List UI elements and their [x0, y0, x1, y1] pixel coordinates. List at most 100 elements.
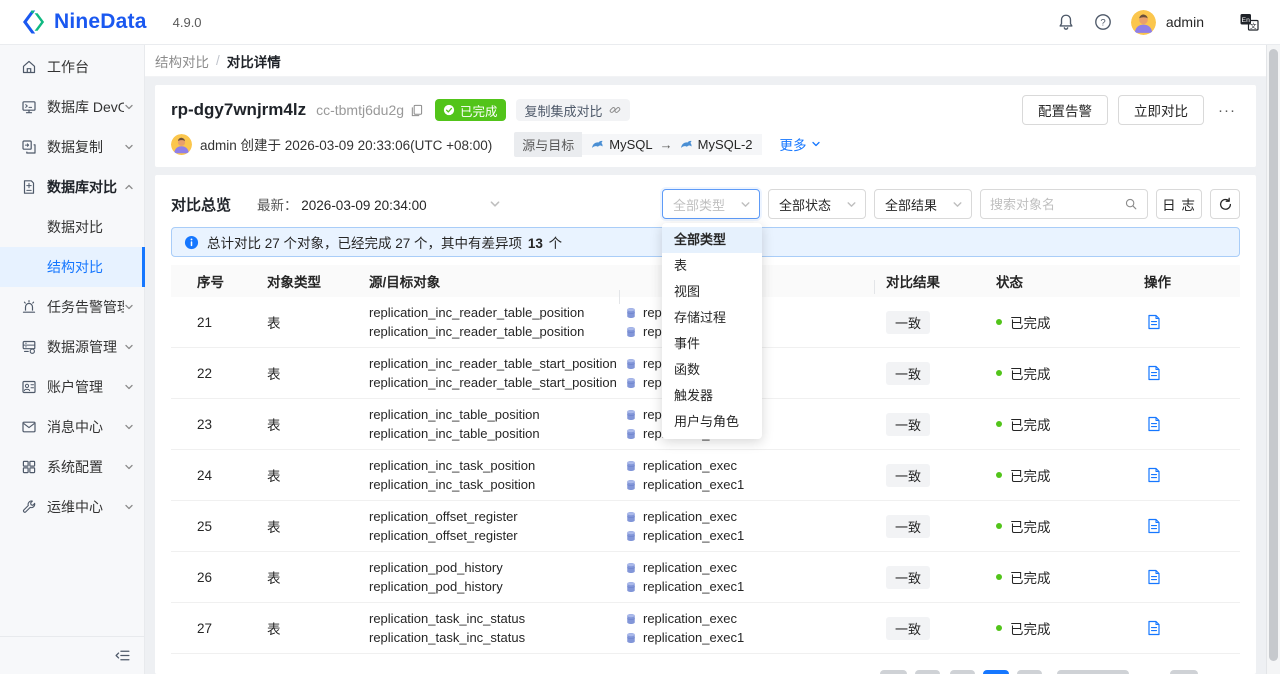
arrow-right: → [659, 136, 673, 152]
view-detail-file-icon[interactable] [1147, 569, 1161, 585]
sidebar-item-label: 运维中心 [47, 499, 103, 515]
status-filter-select[interactable]: 全部状态 [768, 189, 866, 219]
compare-mode-label: 复制集成对比 [524, 103, 603, 119]
view-detail-file-icon[interactable] [1147, 365, 1161, 381]
configure-alert-button[interactable]: 配置告警 [1022, 95, 1108, 125]
pagination-page-button-active[interactable] [983, 670, 1009, 674]
sidebar-item-database-compare[interactable]: 数据库对比 [0, 167, 144, 207]
more-link-label: 更多 [779, 138, 807, 153]
sidebar-item-workbench[interactable]: 工作台 [0, 47, 144, 87]
help-icon[interactable] [1094, 13, 1112, 31]
cell-result: 一致 [874, 310, 984, 334]
dropdown-option-view[interactable]: 视图 [662, 279, 762, 305]
copy-icon[interactable] [410, 104, 423, 117]
home-icon [21, 59, 37, 75]
view-detail-file-icon[interactable] [1147, 467, 1161, 483]
target-object-name: replication_inc_reader_table_position [369, 324, 585, 339]
sidebar-item-system-config[interactable]: 系统配置 [0, 447, 144, 487]
dropdown-option-trigger[interactable]: 触发器 [662, 383, 762, 409]
sidebar-item-label: 数据库对比 [47, 179, 117, 195]
sidebar-item-structure-compare[interactable]: 结构对比 [0, 247, 145, 287]
search-icon[interactable] [1124, 197, 1138, 211]
status-label: 已完成 [1010, 316, 1051, 331]
status-dot [996, 319, 1002, 325]
chevron-down-icon [952, 199, 963, 210]
collapse-sidebar-icon[interactable] [114, 647, 131, 664]
target-datasource[interactable]: MySQL-2 [698, 137, 753, 152]
language-switch-icon[interactable] [1239, 12, 1260, 33]
source-datasource[interactable]: MySQL [609, 137, 652, 152]
cell-no: 26 [197, 569, 213, 585]
sidebar-item-message-center[interactable]: 消息中心 [0, 407, 144, 447]
user-avatar[interactable] [1131, 10, 1156, 35]
link-icon[interactable] [609, 104, 621, 116]
chevron-down-icon [124, 142, 134, 152]
replication-icon [21, 139, 37, 155]
pagination-page-button[interactable] [915, 670, 940, 674]
creator-info: admin 创建于 2026-03-09 20:33:06(UTC +08:00… [200, 138, 493, 153]
pagination-page-button[interactable] [950, 670, 975, 674]
view-detail-file-icon[interactable] [1147, 314, 1161, 330]
sidebar-item-account-management[interactable]: 账户管理 [0, 367, 144, 407]
breadcrumb: 结构对比 / 对比详情 [145, 45, 1266, 77]
database-icon [626, 377, 636, 389]
table-row: 25 表 replication_offset_register replica… [171, 501, 1240, 552]
view-detail-file-icon[interactable] [1147, 518, 1161, 534]
chevron-down-icon [811, 139, 821, 149]
cell-action [1129, 620, 1239, 636]
object-search-input[interactable] [990, 196, 1124, 212]
database-icon [626, 562, 636, 574]
sidebar-item-ops-center[interactable]: 运维中心 [0, 487, 144, 527]
cell-object-names: replication_inc_reader_table_start_posit… [369, 354, 619, 392]
result-filter-select[interactable]: 全部结果 [874, 189, 972, 219]
dropdown-option-user-role[interactable]: 用户与角色 [662, 409, 762, 435]
type-filter-value: 全部类型 [673, 197, 726, 213]
latest-time: 2026-03-09 20:34:00 [301, 198, 427, 213]
breadcrumb-parent[interactable]: 结构对比 [155, 51, 209, 71]
pagination-prev-button[interactable] [880, 670, 907, 674]
brand-logo[interactable]: NineData [20, 9, 147, 35]
target-db-name: replication_exec1 [643, 477, 745, 492]
cell-status: 已完成 [984, 516, 1129, 536]
pagination-jump-input[interactable] [1170, 670, 1198, 674]
username-label[interactable]: admin [1166, 14, 1204, 30]
sidebar-item-database-devops[interactable]: 数据库 DevOps [0, 87, 144, 127]
dropdown-option-all-types[interactable]: 全部类型 [662, 227, 762, 253]
view-detail-file-icon[interactable] [1147, 416, 1161, 432]
scrollbar-track[interactable] [1266, 45, 1280, 674]
dropdown-option-stored-procedure[interactable]: 存储过程 [662, 305, 762, 331]
sidebar-item-task-alert-management[interactable]: 任务告警管理 [0, 287, 144, 327]
dropdown-option-table[interactable]: 表 [662, 253, 762, 279]
notification-bell-icon[interactable] [1057, 13, 1075, 31]
table-row: 26 表 replication_pod_history replication… [171, 552, 1240, 603]
table-row: 27 表 replication_task_inc_status replica… [171, 603, 1240, 654]
col-header-no: 序号 [197, 275, 224, 290]
dropdown-option-function[interactable]: 函数 [662, 357, 762, 383]
dropdown-option-event[interactable]: 事件 [662, 331, 762, 357]
source-object-name: replication_pod_history [369, 560, 503, 575]
status-dot [996, 421, 1002, 427]
compare-mode-chip: 复制集成对比 [515, 99, 630, 121]
view-detail-file-icon[interactable] [1147, 620, 1161, 636]
more-actions-button[interactable]: ··· [1214, 102, 1240, 119]
sidebar: 工作台 数据库 DevOps 数据复制 数据库对比 数据对比 结构对比 任务告警… [0, 45, 145, 674]
sidebar-item-data-compare[interactable]: 数据对比 [0, 207, 144, 247]
sidebar-item-label: 数据源管理 [47, 339, 117, 355]
col-header-object-type: 对象类型 [267, 275, 321, 290]
type-filter-select[interactable]: 全部类型 [662, 189, 760, 219]
sidebar-item-datasource-management[interactable]: 数据源管理 [0, 327, 144, 367]
pagination-next-button[interactable] [1017, 670, 1042, 674]
scrollbar-thumb[interactable] [1269, 49, 1278, 661]
cell-databases: replication_exec replication_exec1 [619, 558, 874, 596]
main-area: 结构对比 / 对比详情 rp-dgy7wnjrm4lz cc-tbmtj6du2… [145, 45, 1266, 674]
compare-now-button[interactable]: 立即对比 [1118, 95, 1204, 125]
history-select-chevron-icon[interactable] [489, 198, 501, 210]
refresh-button[interactable] [1210, 189, 1240, 219]
source-target-label: 源与目标 [514, 131, 583, 157]
sidebar-item-data-replication[interactable]: 数据复制 [0, 127, 144, 167]
database-icon [626, 613, 636, 625]
log-button[interactable]: 日 志 [1156, 189, 1202, 219]
col-header-source-target-object: 源/目标对象 [369, 275, 441, 290]
more-details-link[interactable]: 更多 [780, 134, 821, 154]
pagination-page-size-select[interactable] [1057, 670, 1129, 674]
